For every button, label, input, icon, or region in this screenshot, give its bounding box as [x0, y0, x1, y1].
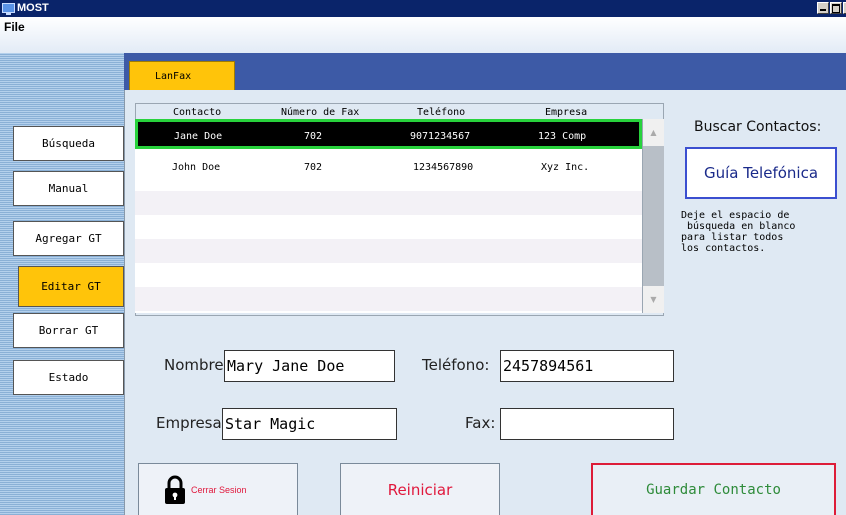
tab-lanfax[interactable]: LanFax	[129, 61, 235, 90]
empresa-field[interactable]: Star Magic	[222, 408, 397, 440]
tab-strip: LanFax	[124, 53, 846, 90]
search-hint: Deje el espacio de búsqueda en blanco pa…	[681, 210, 796, 254]
column-header-telefono[interactable]: Teléfono	[417, 107, 465, 119]
menu-file[interactable]: File	[4, 19, 25, 35]
cell-empresa: Xyz Inc.	[541, 162, 590, 173]
telefono-field[interactable]: 2457894561	[500, 350, 674, 382]
reiniciar-button[interactable]: Reiniciar	[340, 463, 500, 515]
empty-row	[135, 191, 642, 215]
cell-empresa: 123 Comp	[538, 131, 587, 142]
table-scrollbar[interactable]: ▲ ▼	[642, 119, 664, 313]
app-icon	[2, 3, 15, 15]
column-header-contacto[interactable]: Contacto	[173, 107, 221, 119]
table-row[interactable]: Jane Doe 702 9071234567 123 Comp	[135, 119, 642, 149]
minimize-icon[interactable]	[817, 2, 829, 14]
fax-field[interactable]	[500, 408, 674, 440]
cell-contacto: Jane Doe	[174, 131, 223, 142]
reiniciar-label: Reiniciar	[387, 480, 453, 499]
cell-telefono: 1234567890	[413, 162, 474, 173]
empresa-label: Empresa:	[156, 414, 227, 432]
search-title: Buscar Contactos:	[694, 119, 822, 135]
sidebar-item-agregar-gt[interactable]: Agregar GT	[13, 221, 124, 256]
cell-fax: 702	[304, 131, 323, 142]
table-body: Jane Doe 702 9071234567 123 Comp John Do…	[135, 119, 642, 313]
scroll-down-icon[interactable]: ▼	[643, 286, 664, 313]
guardar-contacto-label: Guardar Contacto	[646, 482, 781, 498]
cell-fax: 702	[304, 162, 323, 173]
column-header-empresa[interactable]: Empresa	[545, 107, 587, 119]
window-title: MOST	[17, 2, 49, 14]
lock-icon	[165, 475, 185, 504]
guardar-contacto-button[interactable]: Guardar Contacto	[591, 463, 836, 515]
cell-telefono: 9071234567	[410, 131, 471, 142]
column-header-fax[interactable]: Número de Fax	[281, 107, 359, 119]
sidebar-item-editar-gt[interactable]: Editar GT	[18, 266, 124, 307]
sidebar-item-busqueda[interactable]: Búsqueda	[13, 126, 124, 161]
sidebar-item-manual[interactable]: Manual	[13, 171, 124, 206]
scroll-up-icon[interactable]: ▲	[643, 119, 664, 146]
empty-row	[135, 239, 642, 263]
title-bar: MOST	[0, 0, 846, 17]
nombre-label: Nombre:	[164, 356, 229, 374]
menu-bar: File	[0, 17, 846, 53]
empty-row	[135, 287, 642, 311]
maximize-icon[interactable]	[830, 2, 842, 14]
guia-telefonica-button[interactable]: Guía Telefónica	[685, 147, 837, 199]
table-row[interactable]: John Doe 702 1234567890 Xyz Inc.	[135, 157, 642, 187]
cerrar-sesion-label: Cerrar Sesion	[191, 485, 247, 495]
sidebar-item-borrar-gt[interactable]: Borrar GT	[13, 313, 124, 348]
telefono-label: Teléfono:	[422, 356, 490, 374]
fax-label: Fax:	[465, 414, 496, 432]
sidebar-item-estado[interactable]: Estado	[13, 360, 124, 395]
nombre-field[interactable]: Mary Jane Doe	[224, 350, 395, 382]
cell-contacto: John Doe	[172, 162, 221, 173]
cerrar-sesion-button[interactable]: Cerrar Sesion	[138, 463, 298, 515]
